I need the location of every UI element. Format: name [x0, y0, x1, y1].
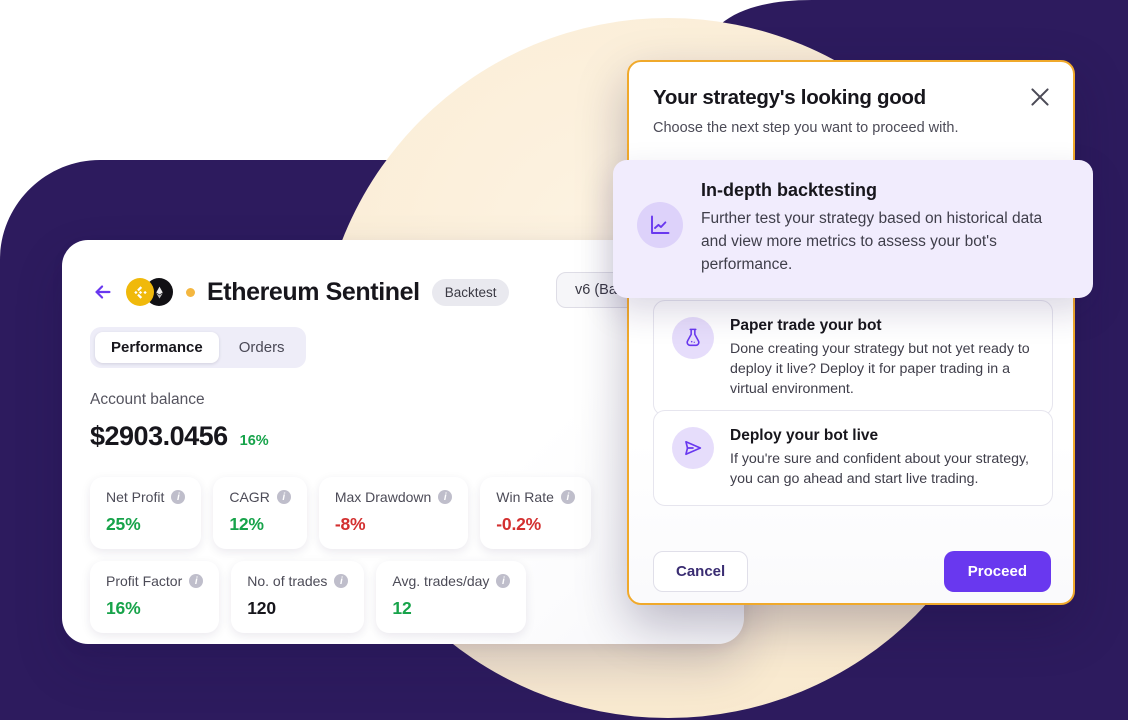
option-paper-trade[interactable]: Paper trade your bot Done creating your … [653, 300, 1053, 417]
chart-line-icon [651, 215, 670, 234]
metric-card-no-of-trades: No. of trades i 120 [231, 561, 365, 633]
arrow-left-icon[interactable] [92, 281, 114, 303]
page-title: Ethereum Sentinel [207, 277, 420, 306]
bnb-coin-icon [126, 278, 154, 306]
metric-value: -8% [334, 514, 366, 534]
metrics-row-2: Profit Factor i 16% No. of trades i 120 … [90, 561, 591, 633]
option-description: Further test your strategy based on hist… [701, 210, 1043, 273]
option-deploy-live[interactable]: Deploy your bot live If you're sure and … [653, 410, 1053, 507]
send-icon-circle [672, 427, 714, 469]
metric-card-max-drawdown: Max Drawdown i -8% [318, 477, 469, 549]
option-title: In-depth backtesting [701, 180, 878, 200]
metric-label: Profit Factor [106, 573, 183, 589]
metric-value: 25% [106, 514, 141, 534]
info-icon[interactable]: i [560, 490, 575, 504]
cancel-button[interactable]: Cancel [653, 551, 749, 592]
modal-title: Your strategy's looking good [653, 86, 926, 109]
metrics-grid: Net Profit i 25% CAGR i 12% Max Drawdown… [90, 477, 591, 633]
metric-label: Max Drawdown [334, 489, 432, 505]
option-title: Deploy your bot live [730, 427, 879, 444]
metric-card-avg-trades-day: Avg. trades/day i 12 [376, 561, 527, 633]
screenshot-root: Ethereum Sentinel Backtest v6 (Ba Perfor… [0, 0, 1128, 720]
metric-card-win-rate: Win Rate i -0.2% [480, 477, 591, 549]
tab-performance[interactable]: Performance [95, 332, 219, 363]
metric-label: Win Rate [496, 489, 554, 505]
metric-value: 16% [106, 598, 141, 618]
version-select-value: v6 (Ba [575, 282, 617, 298]
info-icon[interactable]: i [334, 574, 349, 588]
close-icon[interactable] [1027, 84, 1053, 110]
flask-icon [686, 328, 700, 347]
info-icon[interactable]: i [438, 490, 453, 504]
dashboard-tabs: Performance Orders [90, 327, 306, 368]
option-description: If you're sure and confident about your … [730, 451, 1029, 488]
metric-label: No. of trades [247, 573, 328, 589]
option-in-depth-backtesting[interactable]: In-depth backtesting Further test your s… [613, 160, 1093, 299]
chart-line-icon-circle [637, 202, 683, 248]
metric-card-net-profit: Net Profit i 25% [90, 477, 202, 549]
account-balance-delta: 16% [239, 433, 269, 449]
info-icon[interactable]: i [171, 490, 186, 504]
info-icon[interactable]: i [496, 574, 511, 588]
coin-pair-icons [126, 277, 178, 307]
status-badge: Backtest [431, 278, 510, 306]
flask-icon-circle [672, 317, 714, 359]
metric-card-profit-factor: Profit Factor i 16% [90, 561, 220, 633]
next-step-modal: Your strategy's looking good Choose the … [627, 60, 1075, 605]
account-balance-label: Account balance [90, 391, 205, 408]
info-icon[interactable]: i [189, 574, 204, 588]
option-description: Done creating your strategy but not yet … [730, 341, 1030, 398]
metric-label: CAGR [229, 489, 270, 505]
option-title: Paper trade your bot [730, 317, 882, 334]
metric-card-cagr: CAGR i 12% [213, 477, 307, 549]
metrics-row-1: Net Profit i 25% CAGR i 12% Max Drawdown… [90, 477, 591, 549]
proceed-button[interactable]: Proceed [943, 551, 1051, 592]
info-icon[interactable]: i [276, 490, 291, 504]
metric-label: Net Profit [106, 489, 165, 505]
account-balance-amount: $2903.0456 [90, 421, 228, 451]
metric-value: -0.2% [496, 514, 542, 534]
metric-label: Avg. trades/day [392, 573, 490, 589]
account-balance-row: $2903.0456 16% [90, 421, 269, 452]
active-status-dot [186, 287, 195, 297]
tab-orders[interactable]: Orders [223, 332, 301, 363]
metric-value: 120 [247, 598, 276, 618]
modal-subtitle: Choose the next step you want to proceed… [653, 120, 959, 136]
metric-value: 12% [229, 514, 264, 534]
send-icon [685, 440, 702, 456]
metric-value: 12 [392, 598, 412, 618]
